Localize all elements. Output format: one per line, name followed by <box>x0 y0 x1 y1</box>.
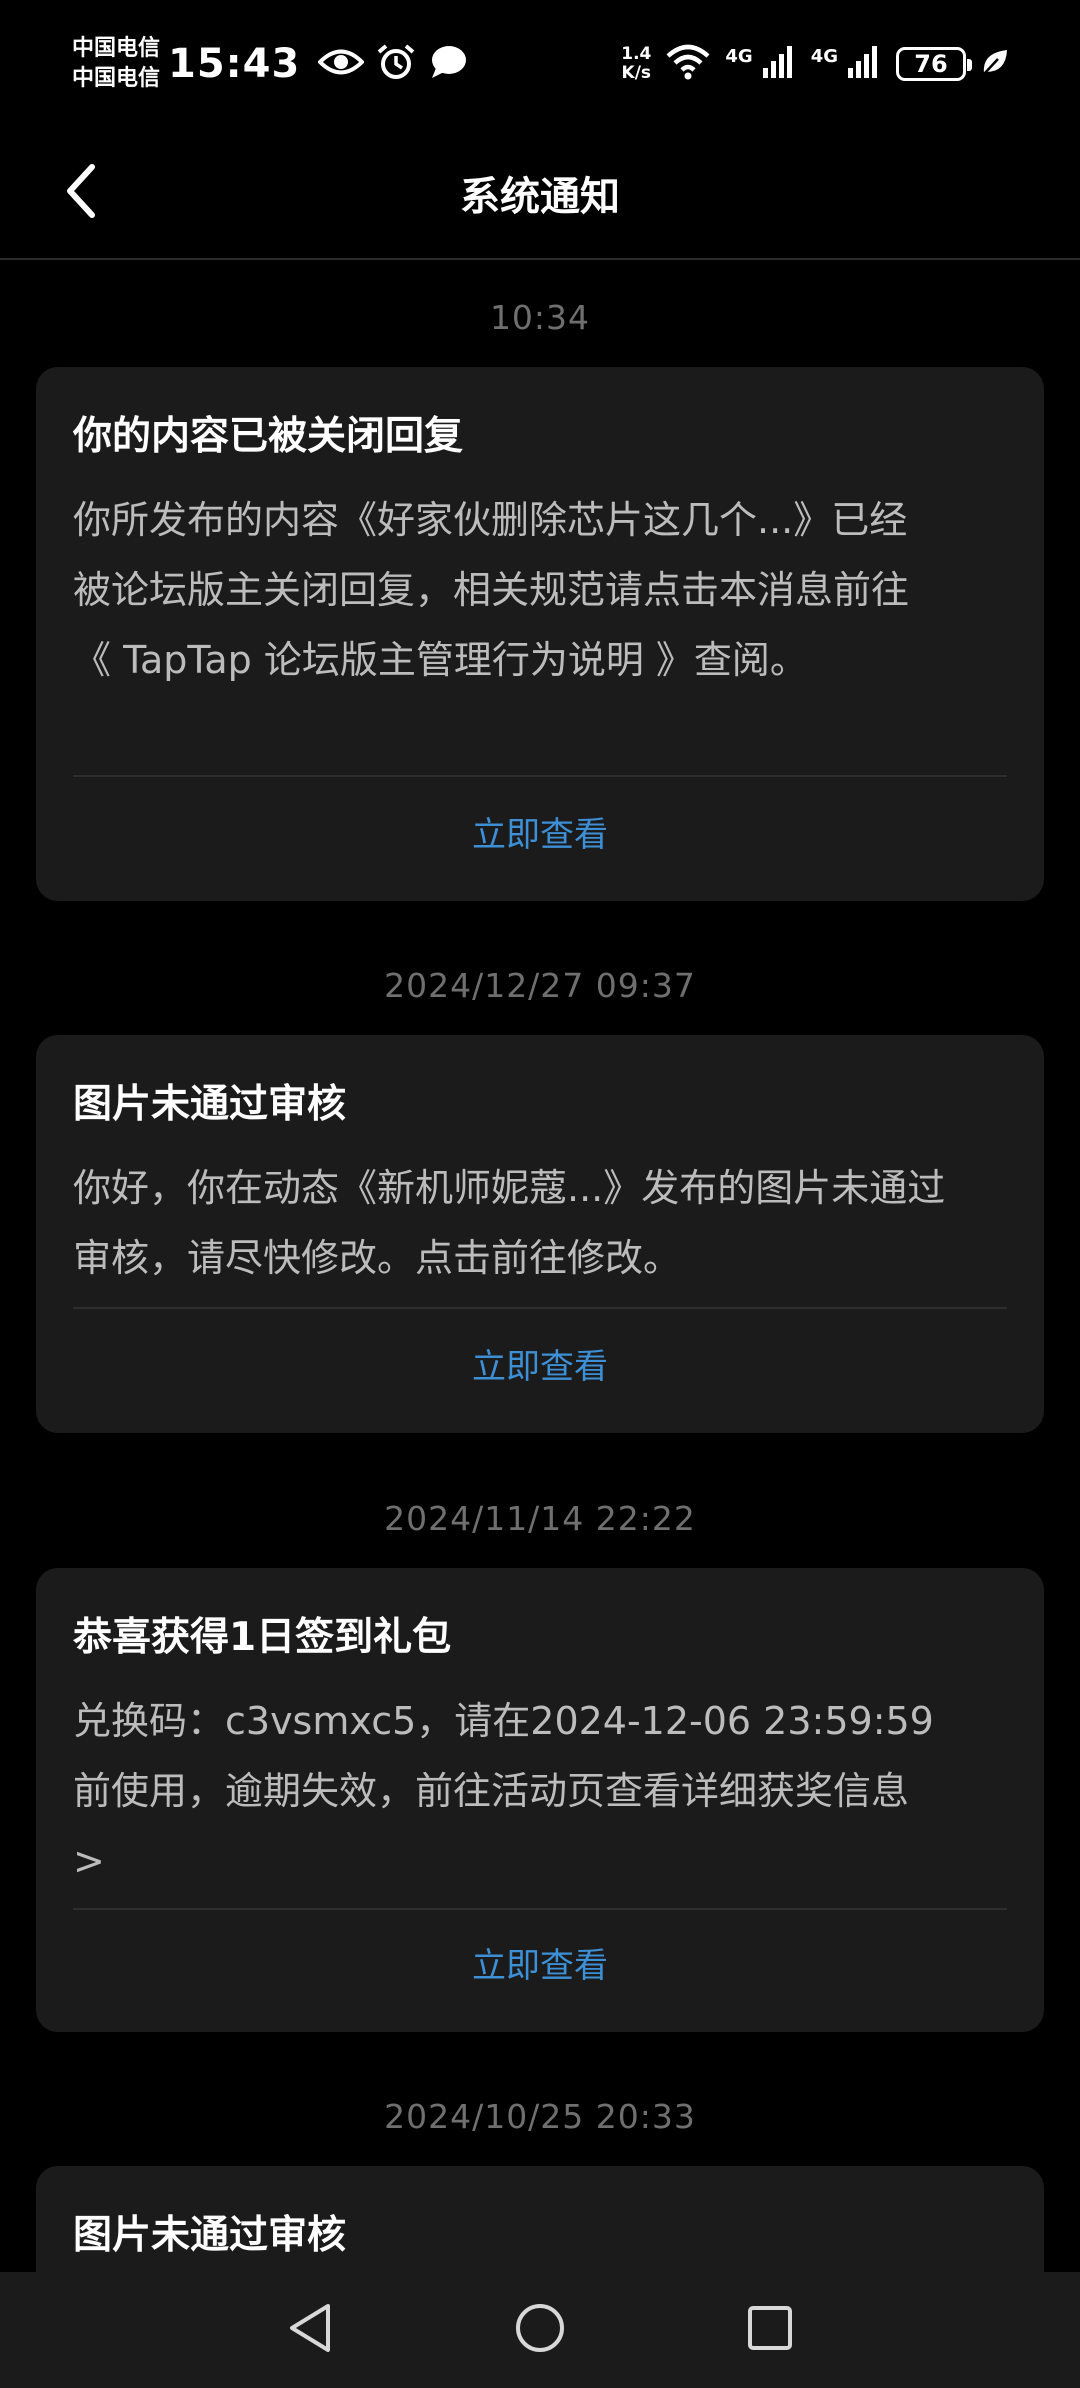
system-navigation-bar <box>0 2272 1080 2388</box>
nav-home-button[interactable] <box>505 2295 575 2365</box>
leaf-icon <box>980 47 1010 81</box>
card-divider <box>73 1307 1007 1309</box>
notification-body: 你好，你在动态《新机师妮蔻...》发布的图片未通过 审核，请尽快修改。点击前往修… <box>73 1153 1013 1293</box>
notification-time: 2024/12/27 09:37 <box>384 966 696 1005</box>
alarm-icon <box>376 43 416 85</box>
battery-icon: 76 <box>896 47 972 81</box>
notification-body: 你所发布的内容《好家伙删除芯片这几个...》已经 被论坛版主关闭回复，相关规范请… <box>73 485 1013 695</box>
signal-2-label: 4G <box>810 46 838 67</box>
chat-bubble-icon <box>428 44 468 84</box>
net-speed-unit: K/s <box>621 63 652 83</box>
notification-body-line: 审核，请尽快修改。点击前往修改。 <box>73 1236 682 1280</box>
notification-title: 图片未通过审核 <box>73 1082 347 1127</box>
signal-icon <box>846 44 882 84</box>
notification-card[interactable]: 图片未通过审核 <box>36 2166 1044 2272</box>
notification-body-line: > <box>73 1839 105 1883</box>
back-triangle-icon <box>286 2302 334 2358</box>
signal-1-label: 4G <box>725 46 753 67</box>
notification-time: 2024/11/14 22:22 <box>384 1499 696 1538</box>
nav-back-button[interactable] <box>275 2295 345 2365</box>
nav-recents-button[interactable] <box>735 2295 805 2365</box>
notification-body: 兑换码：c3vsmxc5，请在2024-12-06 23:59:59 前使用，逾… <box>73 1686 1013 1896</box>
card-divider <box>73 1908 1007 1910</box>
notification-time: 10:34 <box>489 298 591 337</box>
notification-title: 图片未通过审核 <box>73 2213 347 2258</box>
back-button[interactable] <box>52 158 112 228</box>
card-divider <box>73 775 1007 777</box>
notification-title: 你的内容已被关闭回复 <box>73 414 464 459</box>
notification-card[interactable]: 你的内容已被关闭回复 你所发布的内容《好家伙删除芯片这几个...》已经 被论坛版… <box>36 367 1044 901</box>
recents-square-icon <box>746 2304 794 2356</box>
status-time: 15:43 <box>168 41 301 87</box>
home-circle-icon <box>514 2302 566 2358</box>
page-title: 系统通知 <box>460 174 620 220</box>
notification-card[interactable]: 恭喜获得1日签到礼包 兑换码：c3vsmxc5，请在2024-12-06 23:… <box>36 1568 1044 2032</box>
battery-level: 76 <box>914 50 948 78</box>
carrier-1: 中国电信 <box>72 36 161 61</box>
net-speed-value: 1.4 <box>621 44 652 64</box>
notification-card[interactable]: 图片未通过审核 你好，你在动态《新机师妮蔻...》发布的图片未通过 审核，请尽快… <box>36 1035 1044 1433</box>
view-now-button[interactable]: 立即查看 <box>36 807 1044 856</box>
notification-list[interactable]: 10:34 你的内容已被关闭回复 你所发布的内容《好家伙删除芯片这几个...》已… <box>0 262 1080 2272</box>
wifi-icon <box>665 44 711 84</box>
notification-body-line: 被论坛版主关闭回复，相关规范请点击本消息前往 <box>73 568 910 612</box>
notification-body-line: 前使用，逾期失效，前往活动页查看详细获奖信息 <box>73 1769 910 1813</box>
view-now-button[interactable]: 立即查看 <box>36 1938 1044 1987</box>
top-app-bar: 系统通知 <box>0 128 1080 260</box>
view-now-button[interactable]: 立即查看 <box>36 1339 1044 1388</box>
eye-icon <box>317 47 366 81</box>
carrier-info: 中国电信 中国电信 <box>72 34 160 94</box>
network-speed: 1.4 K/s <box>621 45 651 83</box>
notification-body-line: 你好，你在动态《新机师妮蔻...》发布的图片未通过 <box>73 1166 946 1210</box>
notification-body-line: 你所发布的内容《好家伙删除芯片这几个...》已经 <box>73 498 908 542</box>
notification-time: 2024/10/25 20:33 <box>384 2097 696 2136</box>
status-bar: 中国电信 中国电信 15:43 1.4 K/s 4G 4G 76 <box>0 0 1080 128</box>
notification-title: 恭喜获得1日签到礼包 <box>73 1615 452 1660</box>
chevron-left-icon <box>62 161 102 225</box>
notification-body-line: 兑换码：c3vsmxc5，请在2024-12-06 23:59:59 <box>73 1699 934 1743</box>
notification-body-line: 《 TapTap 论坛版主管理行为说明 》查阅。 <box>73 638 808 682</box>
signal-icon <box>761 44 797 84</box>
carrier-2: 中国电信 <box>72 66 161 91</box>
